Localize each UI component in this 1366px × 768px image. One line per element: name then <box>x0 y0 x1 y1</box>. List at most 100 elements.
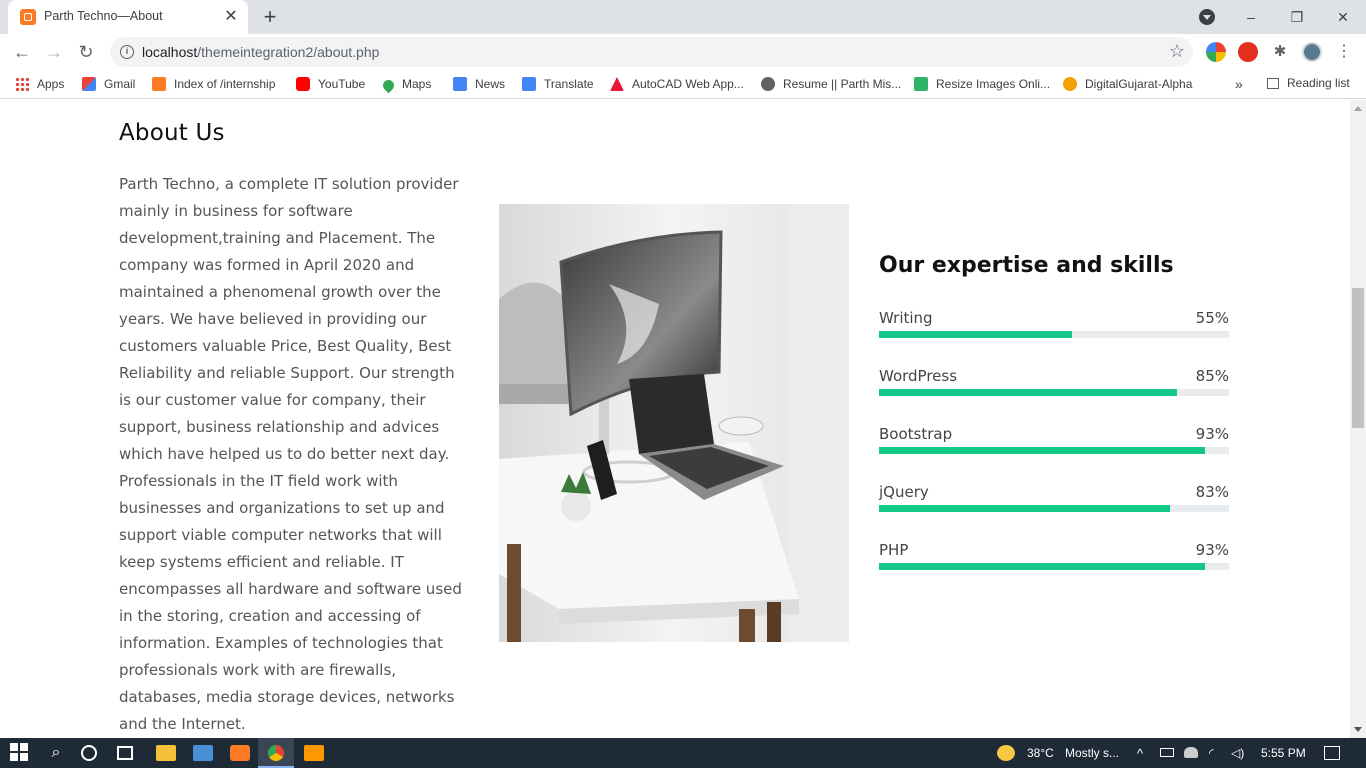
tab-about[interactable]: Parth Techno—About ✕ <box>8 0 248 34</box>
bookmark-index-internship[interactable]: Index of /internship <box>152 76 275 94</box>
file-explorer-icon[interactable] <box>156 745 176 761</box>
adblock-extension-icon[interactable] <box>1238 42 1258 62</box>
restore-button[interactable]: ❐ <box>1274 4 1320 30</box>
bookmark-label: AutoCAD Web App... <box>632 77 744 91</box>
skill-progress-fill <box>879 563 1205 570</box>
skill-percent: 85% <box>1195 367 1229 385</box>
bookmark-label: Resize Images Onli... <box>936 77 1051 91</box>
skill-progress-track <box>879 563 1229 570</box>
color-picker-extension-icon[interactable] <box>1206 42 1226 62</box>
bookmarks-bar: Apps Gmail Index of /internship YouTube … <box>0 70 1366 99</box>
bookmark-translate[interactable]: Translate <box>522 76 594 94</box>
url-host: localhost <box>142 44 198 60</box>
minimize-button[interactable]: – <box>1228 4 1274 30</box>
weather-sun-icon[interactable] <box>997 745 1015 761</box>
scroll-up-arrow-icon[interactable] <box>1354 106 1362 111</box>
back-arrow-icon[interactable]: ← <box>9 39 35 65</box>
task-view-icon[interactable] <box>117 746 133 760</box>
tab-search-icon[interactable] <box>1199 9 1215 25</box>
battery-icon[interactable] <box>1160 748 1174 757</box>
browser-toolbar: ← → ↻ i localhost/themeintegration2/abou… <box>0 34 1366 70</box>
skill-php: PHP 93% <box>879 541 1229 581</box>
weather-description[interactable]: Mostly s... <box>1065 746 1119 760</box>
gmail-icon <box>82 77 96 91</box>
windows-taskbar: ⌕ 38°C Mostly s... ^ ◜ ◁) 5:55 PM <box>0 738 1366 768</box>
bookmark-youtube[interactable]: YouTube <box>296 76 365 94</box>
clock-time[interactable]: 5:55 PM <box>1261 746 1306 760</box>
skill-progress-fill <box>879 331 1072 338</box>
store-icon[interactable] <box>193 745 213 761</box>
about-paragraph: Parth Techno, a complete IT solution pro… <box>119 175 462 733</box>
bookmark-news[interactable]: News <box>453 76 505 94</box>
tab-title: Parth Techno—About <box>44 9 163 23</box>
bookmark-label: Translate <box>544 77 594 91</box>
skill-progress-fill <box>879 389 1177 396</box>
volume-icon[interactable]: ◁) <box>1231 746 1244 760</box>
close-window-button[interactable]: ✕ <box>1320 4 1366 30</box>
bookmark-resize-images[interactable]: Resize Images Onli... <box>914 76 1050 94</box>
windows-start-icon[interactable] <box>10 743 30 763</box>
new-tab-button[interactable]: + <box>256 4 284 30</box>
skill-progress-track <box>879 505 1229 512</box>
skill-percent: 93% <box>1195 425 1229 443</box>
skill-name: PHP <box>879 541 909 559</box>
skill-progress-track <box>879 331 1229 338</box>
bookmark-gmail[interactable]: Gmail <box>82 76 135 94</box>
sublime-text-icon[interactable] <box>304 745 324 761</box>
notifications-icon[interactable] <box>1324 746 1340 760</box>
bookmarks-overflow-button[interactable]: » <box>1235 76 1243 94</box>
bookmark-resume[interactable]: Resume || Parth Mis... <box>761 76 901 94</box>
bookmark-apps[interactable]: Apps <box>15 76 64 94</box>
profile-avatar[interactable] <box>1302 42 1322 62</box>
skill-progress-track <box>879 389 1229 396</box>
bookmark-label: Gmail <box>104 77 136 91</box>
bookmark-label: Resume || Parth Mis... <box>783 77 902 91</box>
url-path: /themeintegration2/about.php <box>197 44 380 60</box>
tab-strip: Parth Techno—About ✕ + – ❐ ✕ <box>0 0 1366 34</box>
wifi-icon[interactable]: ◜ <box>1209 746 1214 760</box>
forward-arrow-icon[interactable]: → <box>41 39 67 65</box>
globe-icon <box>761 77 775 91</box>
site-info-icon[interactable]: i <box>120 45 134 59</box>
cortana-icon[interactable] <box>81 745 97 761</box>
address-bar[interactable]: i localhost/themeintegration2/about.php … <box>110 37 1193 67</box>
bookmark-maps[interactable]: Maps <box>380 76 431 94</box>
youtube-icon <box>296 77 310 91</box>
bookmark-star-icon[interactable]: ☆ <box>1169 41 1185 62</box>
chrome-taskbar-button[interactable] <box>258 738 294 768</box>
search-icon[interactable]: ⌕ <box>46 743 66 763</box>
bookmark-digitalgujarat[interactable]: DigitalGujarat-Alpha <box>1063 76 1192 94</box>
desk-illustration <box>499 204 849 642</box>
url-text[interactable]: localhost/themeintegration2/about.php <box>142 44 379 60</box>
scroll-down-arrow-icon[interactable] <box>1354 727 1362 732</box>
skill-progress-fill <box>879 505 1170 512</box>
skill-writing: Writing 55% <box>879 309 1229 349</box>
skill-name: Writing <box>879 309 933 327</box>
tray-chevron-icon[interactable]: ^ <box>1137 746 1143 761</box>
weather-temperature[interactable]: 38°C <box>1027 746 1054 760</box>
skill-jquery: jQuery 83% <box>879 483 1229 523</box>
scrollbar-thumb[interactable] <box>1352 288 1364 428</box>
bookmark-label: News <box>475 77 506 91</box>
reading-list-button[interactable]: Reading list <box>1267 76 1350 90</box>
gujarat-icon <box>1063 77 1077 91</box>
skill-name: WordPress <box>879 367 958 385</box>
reading-list-icon <box>1267 78 1279 89</box>
close-tab-icon[interactable]: ✕ <box>222 8 240 26</box>
autocad-icon <box>610 77 624 91</box>
maps-icon <box>380 77 397 94</box>
apps-grid-icon <box>15 77 29 91</box>
bookmark-autocad[interactable]: AutoCAD Web App... <box>610 76 744 94</box>
skill-percent: 55% <box>1195 309 1229 327</box>
extensions-puzzle-icon[interactable]: ✱ <box>1270 42 1290 62</box>
menu-kebab-icon[interactable]: ⋮ <box>1334 42 1354 62</box>
vertical-scrollbar[interactable] <box>1350 100 1366 738</box>
workspace-photo <box>499 204 849 642</box>
bookmark-label: YouTube <box>318 77 366 91</box>
skill-wordpress: WordPress 85% <box>879 367 1229 407</box>
skills-heading: Our expertise and skills <box>879 253 1174 278</box>
skill-percent: 93% <box>1195 541 1229 559</box>
reload-icon[interactable]: ↻ <box>73 39 99 65</box>
xampp-taskbar-icon[interactable] <box>230 745 250 761</box>
onedrive-icon[interactable] <box>1184 747 1198 758</box>
